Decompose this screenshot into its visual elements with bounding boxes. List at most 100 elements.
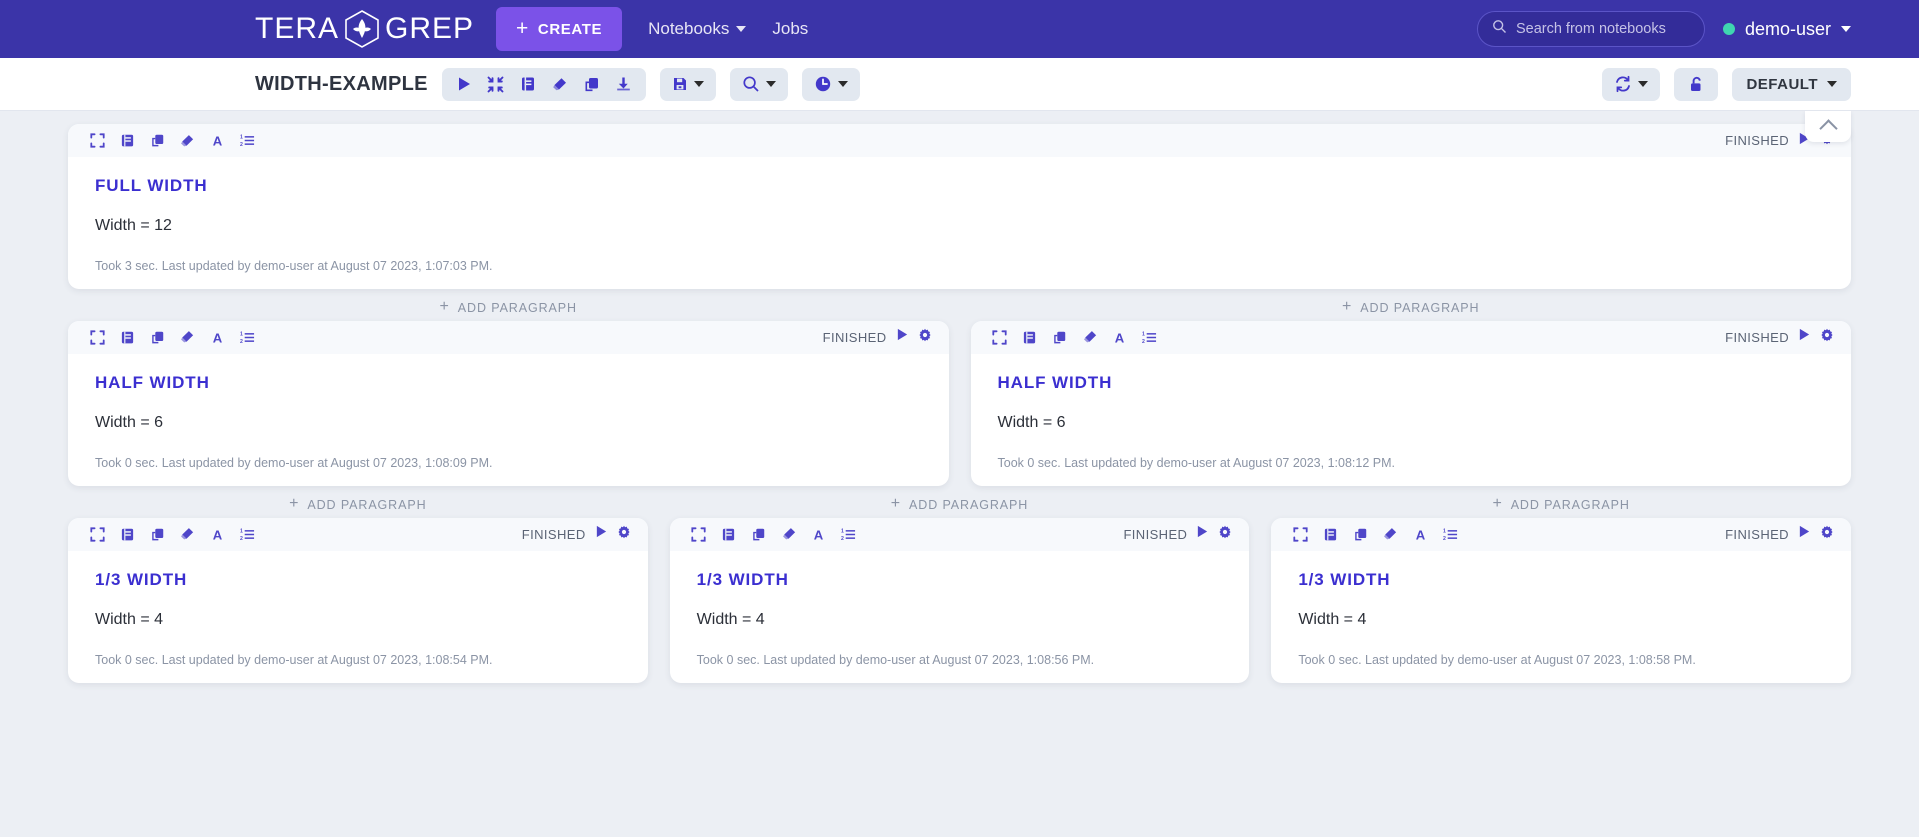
expand-paragraph-button[interactable] <box>1285 520 1315 548</box>
expand-paragraph-button[interactable] <box>985 323 1015 351</box>
paragraph-settings-button[interactable] <box>1820 525 1834 544</box>
clear-paragraph-output-button[interactable] <box>172 520 202 548</box>
run-paragraph-button[interactable] <box>1196 525 1209 543</box>
run-paragraph-button[interactable] <box>1798 525 1811 543</box>
svg-text:2: 2 <box>240 339 243 345</box>
search-placeholder: Search from notebooks <box>1515 21 1666 37</box>
clear-paragraph-output-button[interactable] <box>1375 520 1405 548</box>
toggle-line-numbers-button[interactable]: 12 <box>1135 323 1165 351</box>
paragraph-title: FULL WIDTH <box>95 176 208 195</box>
paragraph-output-text: Width = 6 <box>997 413 1066 431</box>
clone-paragraph-button[interactable] <box>1045 323 1075 351</box>
expand-paragraph-button[interactable] <box>82 520 112 548</box>
permissions-button[interactable] <box>1680 69 1712 99</box>
add-paragraph-button[interactable]: + ADD PARAGRAPH <box>285 492 430 518</box>
svg-text:A: A <box>212 134 222 148</box>
toggle-line-numbers-button[interactable]: 12 <box>232 520 262 548</box>
brand-logo[interactable]: TERA GREP <box>255 10 474 48</box>
run-paragraph-button[interactable] <box>896 328 909 346</box>
expand-paragraph-button[interactable] <box>684 520 714 548</box>
clear-output-button[interactable] <box>544 69 576 99</box>
brand-text-right: GREP <box>385 12 475 45</box>
svg-text:2: 2 <box>1142 339 1145 345</box>
paragraph-settings-button[interactable] <box>1820 328 1834 347</box>
svg-text:A: A <box>212 527 222 541</box>
expand-paragraph-button[interactable] <box>82 127 112 155</box>
toggle-line-numbers-button[interactable]: 12 <box>1435 520 1465 548</box>
add-paragraph-cell: + ADD PARAGRAPH <box>670 492 1250 518</box>
add-paragraph-button[interactable]: + ADD PARAGRAPH <box>1338 295 1483 321</box>
clone-paragraph-button[interactable] <box>142 323 172 351</box>
plus-icon: + <box>289 494 300 512</box>
chevron-down-icon <box>1827 81 1837 87</box>
show-hide-code-button[interactable] <box>512 69 544 99</box>
toggle-title-button[interactable]: A <box>1105 323 1135 351</box>
plus-icon: + <box>890 494 902 512</box>
paragraph-status-cluster: FINISHED <box>1123 525 1232 544</box>
search-code-button[interactable] <box>736 69 782 99</box>
add-paragraph-button[interactable]: + ADD PARAGRAPH <box>436 295 581 321</box>
toggle-title-button[interactable]: A <box>202 323 232 351</box>
toggle-editor-button[interactable] <box>1315 520 1345 548</box>
collapse-all-button[interactable] <box>480 69 512 99</box>
create-button[interactable]: + CREATE <box>496 7 623 51</box>
clone-notebook-button[interactable] <box>576 69 608 99</box>
add-paragraph-button[interactable]: + ADD PARAGRAPH <box>887 492 1032 518</box>
clone-paragraph-button[interactable] <box>142 127 172 155</box>
clone-paragraph-button[interactable] <box>1345 520 1375 548</box>
toggle-editor-button[interactable] <box>112 127 142 155</box>
clear-paragraph-output-button[interactable] <box>1075 323 1105 351</box>
user-menu[interactable]: demo-user <box>1722 19 1851 40</box>
clear-paragraph-output-button[interactable] <box>774 520 804 548</box>
paragraph-toolbar: A 12 FINISHED <box>1271 517 1851 551</box>
toggle-title-button[interactable]: A <box>1405 520 1435 548</box>
refresh-interpreter-button[interactable] <box>1608 69 1654 99</box>
toggle-title-button[interactable]: A <box>202 127 232 155</box>
toolbar-right-cluster: DEFAULT <box>1602 67 1851 101</box>
run-all-paragraphs-button[interactable] <box>448 69 480 99</box>
toggle-title-button[interactable]: A <box>202 520 232 548</box>
brand-text-left: TERA <box>255 12 340 45</box>
online-status-dot <box>1722 23 1735 35</box>
paragraph-title: HALF WIDTH <box>95 372 210 392</box>
paragraph-settings-button[interactable] <box>617 525 631 544</box>
paragraph-title: 1/3 WIDTH <box>1298 569 1391 589</box>
toolbar-group-version <box>659 67 716 101</box>
toggle-editor-button[interactable] <box>112 323 142 351</box>
toggle-line-numbers-button[interactable]: 12 <box>232 323 262 351</box>
toggle-editor-button[interactable] <box>112 520 142 548</box>
add-paragraph-cell: + ADD PARAGRAPH <box>68 295 949 321</box>
run-paragraph-button[interactable] <box>595 525 608 543</box>
paragraph-status-cluster: FINISHED <box>1725 328 1834 347</box>
clear-paragraph-output-button[interactable] <box>172 127 202 155</box>
clone-paragraph-button[interactable] <box>744 520 774 548</box>
add-paragraph-button[interactable]: + ADD PARAGRAPH <box>1488 492 1633 518</box>
version-control-button[interactable] <box>666 69 710 99</box>
clone-paragraph-button[interactable] <box>142 520 172 548</box>
toggle-editor-button[interactable] <box>714 520 744 548</box>
paragraph-title: 1/3 WIDTH <box>696 569 789 589</box>
paragraph-settings-button[interactable] <box>918 328 932 347</box>
paragraph-settings-button[interactable] <box>1218 525 1232 544</box>
interpreter-label: DEFAULT <box>1746 75 1818 93</box>
run-paragraph-button[interactable] <box>1798 328 1811 346</box>
page-title: WIDTH-EXAMPLE <box>255 72 428 95</box>
toggle-line-numbers-button[interactable]: 1 2 <box>232 127 262 155</box>
paragraph-body: FULL WIDTH Width = 12 <box>68 157 1851 258</box>
scheduler-button[interactable] <box>808 69 854 99</box>
search-input[interactable]: Search from notebooks <box>1476 11 1705 47</box>
clear-paragraph-output-button[interactable] <box>172 323 202 351</box>
paragraph-body: 1/3 WIDTH Width = 4 <box>1271 551 1851 652</box>
expand-paragraph-button[interactable] <box>82 323 112 351</box>
collapse-notebook-toggle[interactable] <box>1805 111 1851 142</box>
toggle-title-button[interactable]: A <box>804 520 834 548</box>
toggle-editor-button[interactable] <box>1015 323 1045 351</box>
nav-item-jobs[interactable]: Jobs <box>772 19 808 39</box>
export-notebook-button[interactable] <box>608 69 640 99</box>
toolbar-group-scheduler <box>801 67 860 101</box>
toggle-line-numbers-button[interactable]: 12 <box>834 520 864 548</box>
nav-item-notebooks[interactable]: Notebooks <box>648 19 747 39</box>
interpreter-binding-button[interactable]: DEFAULT <box>1732 67 1851 101</box>
status-badge: FINISHED <box>1123 526 1188 542</box>
paragraph-third-width-one: A 12 FINISHED 1/3 WIDTH Width = 4 Took 0… <box>68 517 648 683</box>
